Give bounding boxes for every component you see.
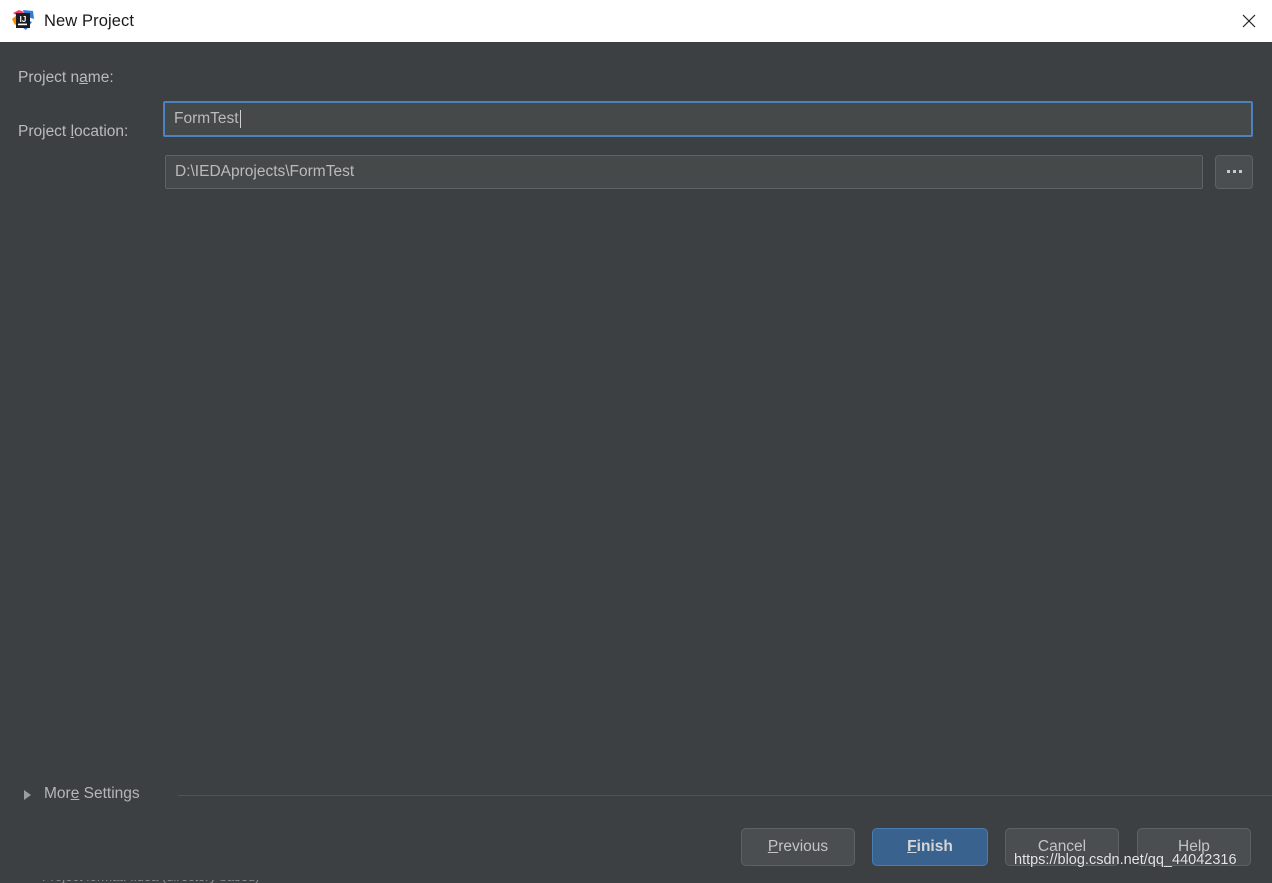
- project-name-input[interactable]: FormTest: [163, 101, 1253, 137]
- more-settings-separator: [178, 795, 1272, 796]
- mnemonic-char: P: [767, 838, 779, 855]
- previous-button[interactable]: Previous: [741, 828, 855, 866]
- mnemonic-char: F: [907, 838, 917, 855]
- dialog-content: Project name: FormTest Project location:…: [0, 42, 1272, 883]
- mnemonic-char: a: [79, 69, 88, 86]
- project-location-label: Project location:: [18, 123, 129, 140]
- svg-text:IJ: IJ: [20, 15, 27, 24]
- close-button[interactable]: [1226, 0, 1272, 42]
- project-name-label: Project name:: [18, 69, 114, 86]
- new-project-dialog: IJ New Project Project name: FormTest Pr…: [0, 0, 1272, 883]
- more-settings-label: More Settings: [44, 785, 140, 802]
- ellipsis-icon: [1226, 169, 1242, 173]
- text-caret: [239, 110, 241, 128]
- finish-button[interactable]: Finish: [872, 828, 988, 866]
- project-location-input[interactable]: D:\IEDAprojects\FormTest: [165, 155, 1203, 189]
- intellij-idea-logo-icon: IJ: [12, 10, 34, 32]
- close-icon: [1242, 14, 1256, 28]
- title-bar: IJ New Project: [0, 0, 1272, 42]
- project-name-value: FormTest: [174, 110, 239, 127]
- project-location-value: D:\IEDAprojects\FormTest: [175, 163, 355, 180]
- triangle-right-icon: [24, 790, 31, 800]
- window-title: New Project: [44, 11, 135, 30]
- watermark-text: https://blog.csdn.net/qq_44042316: [1014, 852, 1237, 868]
- more-settings-section[interactable]: More Settings: [0, 784, 1272, 806]
- browse-location-button[interactable]: [1215, 155, 1253, 189]
